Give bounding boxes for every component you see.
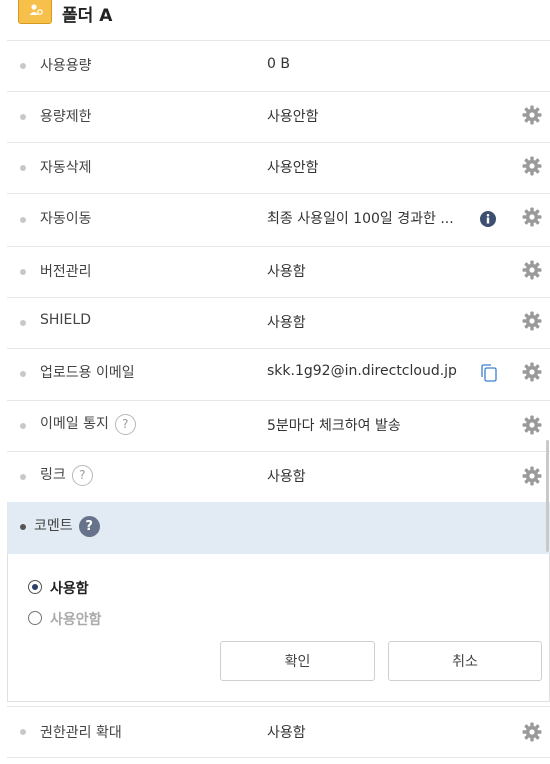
bullet xyxy=(20,474,26,480)
radio-label: 사용안함 xyxy=(50,612,102,628)
bullet xyxy=(20,63,26,69)
bullet xyxy=(20,165,26,171)
setting-label: 버전관리 xyxy=(40,264,92,280)
folder-user-icon xyxy=(18,0,52,24)
setting-label: 자동삭제 xyxy=(40,160,92,176)
bullet xyxy=(20,114,26,120)
scrollbar-thumb[interactable] xyxy=(546,440,549,552)
gear-icon[interactable] xyxy=(522,722,542,742)
setting-value: 사용함 xyxy=(267,315,306,331)
setting-value: skk.1g92@in.directcloud.jp xyxy=(267,363,457,379)
setting-label: 사용용량 xyxy=(40,58,92,74)
bullet xyxy=(20,729,26,735)
setting-row-auto-delete: 자동삭제 사용안함 xyxy=(7,142,550,193)
setting-row-permission-expand: 권한관리 확대 사용함 xyxy=(7,706,550,758)
setting-label: 용량제한 xyxy=(40,109,92,125)
help-icon[interactable]: ? xyxy=(114,413,136,435)
gear-icon[interactable] xyxy=(522,207,542,227)
setting-value: 사용안함 xyxy=(267,109,319,125)
setting-label: 권한관리 확대 xyxy=(40,725,122,741)
setting-row-email-notify: 이메일 통지? 5분마다 체크하여 발송 xyxy=(7,400,550,451)
setting-value: 5분마다 체크하여 발송 xyxy=(267,418,401,434)
setting-value: 사용함 xyxy=(267,264,306,280)
gear-icon[interactable] xyxy=(522,156,542,176)
setting-label-text: 코멘트 xyxy=(34,518,73,534)
bullet xyxy=(20,423,26,429)
setting-label-text: 이메일 통지 xyxy=(40,416,109,432)
bullet xyxy=(20,320,26,326)
setting-row-usage: 사용용량 0 B xyxy=(7,40,550,91)
radio-selected-icon[interactable] xyxy=(28,580,42,594)
confirm-button[interactable]: 확인 xyxy=(220,641,375,681)
bullet xyxy=(20,524,26,530)
setting-row-shield: SHIELD 사용함 xyxy=(7,297,550,348)
setting-row-link: 링크? 사용함 xyxy=(7,451,550,502)
help-icon[interactable]: ? xyxy=(71,464,93,486)
bullet xyxy=(20,371,26,377)
gear-icon[interactable] xyxy=(522,362,542,382)
folder-header: 폴더 A xyxy=(0,0,550,40)
help-icon[interactable]: ? xyxy=(78,515,100,537)
setting-row-versioning: 버전관리 사용함 xyxy=(7,246,550,297)
setting-row-upload-email: 업로드용 이메일 skk.1g92@in.directcloud.jp xyxy=(7,348,550,400)
gear-icon[interactable] xyxy=(522,260,542,280)
setting-label: 이메일 통지? xyxy=(40,413,136,435)
setting-label: SHIELD xyxy=(40,312,91,328)
setting-value: 사용함 xyxy=(267,469,306,485)
gear-icon[interactable] xyxy=(522,415,542,435)
info-icon[interactable] xyxy=(480,211,496,227)
setting-value: 사용함 xyxy=(267,725,306,741)
cancel-button[interactable]: 취소 xyxy=(388,641,542,681)
gear-icon[interactable] xyxy=(522,311,542,331)
radio-label: 사용함 xyxy=(50,581,89,597)
setting-label: 업로드용 이메일 xyxy=(40,365,135,381)
gear-icon[interactable] xyxy=(522,105,542,125)
setting-row-comment[interactable]: 코멘트? xyxy=(7,502,550,554)
setting-value: 사용안함 xyxy=(267,160,319,176)
bullet xyxy=(20,269,26,275)
setting-label: 링크? xyxy=(40,464,93,486)
setting-value: 0 B xyxy=(267,56,290,72)
setting-label: 코멘트? xyxy=(34,515,100,537)
setting-label: 자동이동 xyxy=(40,211,92,227)
setting-value: 최종 사용일이 100일 경과한 ... xyxy=(267,211,454,227)
setting-label-text: 링크 xyxy=(40,467,66,483)
copy-icon[interactable] xyxy=(479,363,499,383)
setting-row-auto-move: 자동이동 최종 사용일이 100일 경과한 ... xyxy=(7,193,550,246)
radio-unselected-icon[interactable] xyxy=(28,611,42,625)
gear-icon[interactable] xyxy=(522,466,542,486)
setting-row-quota: 용량제한 사용안함 xyxy=(7,91,550,142)
bullet xyxy=(20,217,26,223)
page-title: 폴더 A xyxy=(62,6,113,26)
